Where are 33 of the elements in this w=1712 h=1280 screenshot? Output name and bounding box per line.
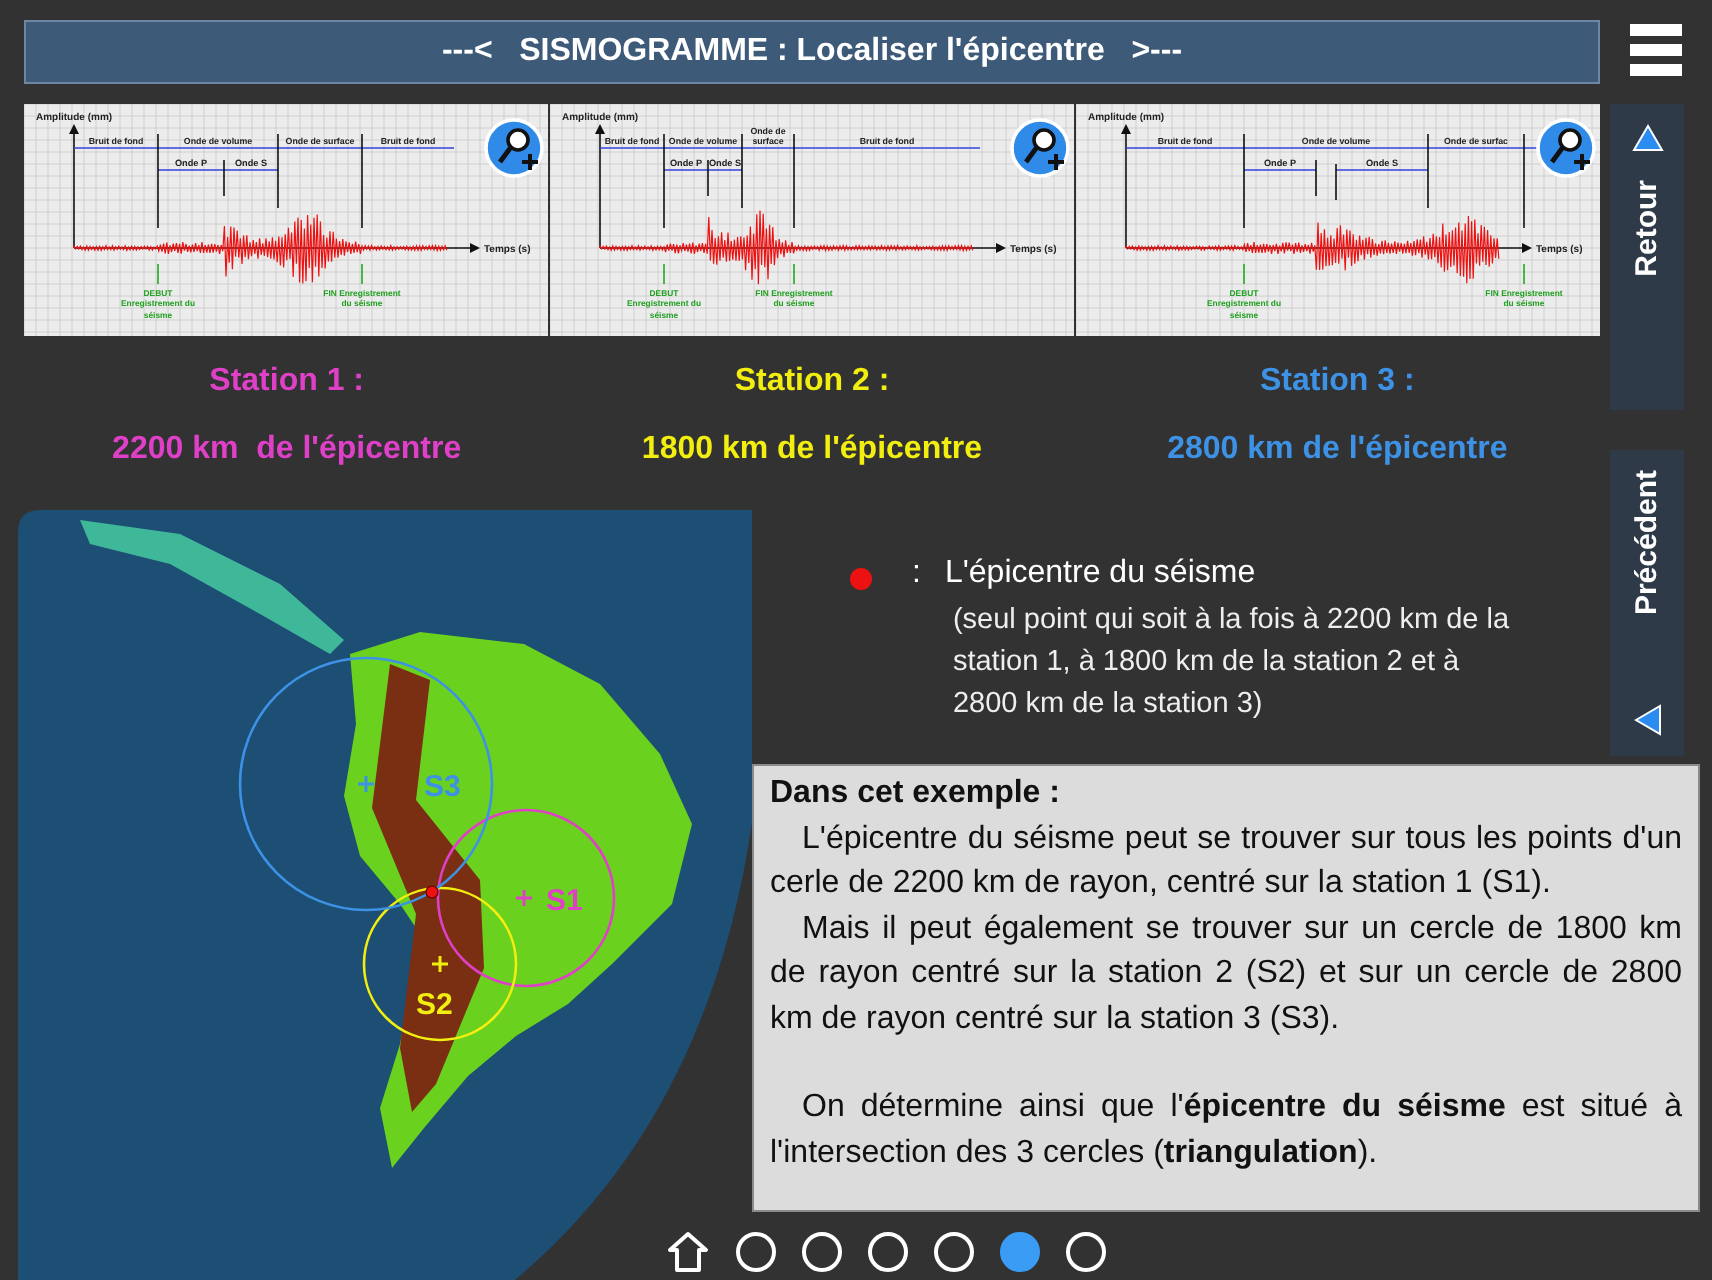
zoom-in-icon[interactable]	[1536, 118, 1596, 178]
page-title: ---< SISMOGRAMME : Localiser l'épicentre >---	[24, 20, 1600, 84]
legend-title: L'épicentre du séisme	[944, 556, 1258, 592]
epicenter-dot	[850, 568, 872, 590]
station-name: Station 1 :	[209, 364, 364, 400]
explanation-text: L'épicentre du séisme peut se trouver sur tous les points d'un cerle de 2200 km de rayon, centré sur la station 1 (S1).	[770, 819, 1682, 904]
station-distance: 2800 km de l'épicentre	[1167, 432, 1508, 468]
nav-button[interactable]: Retour	[1610, 104, 1684, 410]
marker-lines	[663, 133, 795, 229]
station-name: Station 2 :	[734, 364, 890, 400]
station-distance: 2200 km de l'épicentre	[112, 432, 462, 468]
station-label: S1	[546, 884, 583, 918]
epicenter-dot	[425, 885, 439, 899]
menu-icon[interactable]	[1630, 24, 1682, 78]
up-triangle-icon	[1631, 124, 1663, 152]
zoom-in-icon[interactable]	[1010, 118, 1070, 178]
page-dot[interactable]	[1000, 1232, 1040, 1272]
station-marker	[514, 888, 534, 908]
station-marker	[430, 954, 450, 974]
station-marker	[356, 774, 376, 794]
left-triangle-icon	[1633, 704, 1661, 736]
zoom-in-icon[interactable]	[484, 118, 544, 178]
station-label: S2	[416, 988, 453, 1022]
station-label: S3	[424, 770, 461, 804]
explanation-text: Mais il peut également se trouver sur un cercle de 1800 km de rayon centré sur la station 2 (S2) et sur un cercle de 2800 km de rayon centré sur la station 3 (S3).	[770, 909, 1682, 1039]
legend-separator: :	[912, 556, 921, 592]
station-name: Station 3 :	[1259, 364, 1415, 400]
panel-title: Dans cet exemple :	[770, 774, 1062, 814]
station-distance: 1800 km de l'épicentre	[641, 432, 983, 468]
nav-button[interactable]: Précédent	[1610, 450, 1684, 756]
legend-note: (seul point qui soit à la fois à 2200 km de la station 1, à 1800 km de la station 2 et à 2800 km de la station 3)	[950, 602, 1512, 724]
home-icon[interactable]	[666, 1230, 710, 1274]
explanation-text: On détermine ainsi que l'épicentre du séisme est situé à l'intersection des 3 cercles (triangulation).	[770, 1088, 1682, 1173]
